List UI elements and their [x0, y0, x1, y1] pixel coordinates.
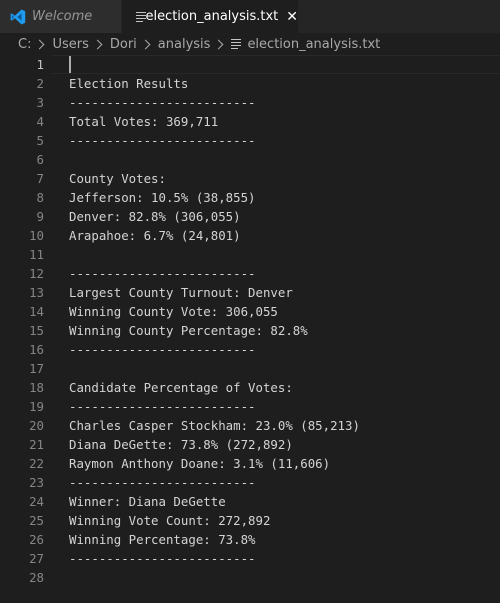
code-line[interactable]: Arapahoe: 6.7% (24,801): [69, 226, 360, 245]
line-number: 10: [29, 228, 44, 243]
code-line[interactable]: -------------------------: [69, 397, 360, 416]
code-line[interactable]: Election Results: [69, 74, 360, 93]
text-cursor: [69, 56, 71, 73]
line-number: 22: [29, 456, 44, 471]
chevron-right-icon: [213, 39, 224, 49]
line-number: 2: [36, 76, 44, 91]
code-line[interactable]: Denver: 82.8% (306,055): [69, 207, 360, 226]
line-number: 6: [36, 152, 44, 167]
code-line[interactable]: County Votes:: [69, 169, 360, 188]
code-line[interactable]: Largest County Turnout: Denver: [69, 283, 360, 302]
text-file-icon: [231, 39, 242, 50]
line-number: 27: [29, 551, 44, 566]
code-line[interactable]: -------------------------: [69, 473, 360, 492]
code-line[interactable]: Candidate Percentage of Votes:: [69, 378, 360, 397]
code-line[interactable]: Jefferson: 10.5% (38,855): [69, 188, 360, 207]
line-number: 26: [29, 532, 44, 547]
line-number: 25: [29, 513, 44, 528]
breadcrumb-file[interactable]: election_analysis.txt: [247, 37, 380, 52]
vscode-logo-icon: [10, 9, 26, 24]
code-line[interactable]: -------------------------: [69, 549, 360, 568]
chevron-right-icon: [140, 39, 151, 49]
tab-welcome[interactable]: Welcome: [0, 0, 121, 33]
breadcrumb: C: Users Dori analysis election_analysis…: [0, 33, 500, 55]
breadcrumb-drive[interactable]: C:: [18, 37, 31, 52]
text-file-icon: [136, 11, 146, 22]
code-line[interactable]: -------------------------: [69, 340, 360, 359]
line-number: 3: [36, 95, 44, 110]
line-number: 7: [36, 171, 44, 186]
line-number: 20: [29, 418, 44, 433]
line-number: 4: [36, 114, 44, 129]
code-line[interactable]: Total Votes: 369,711: [69, 112, 360, 131]
code-line[interactable]: Winning Vote Count: 272,892: [69, 511, 360, 530]
code-line[interactable]: [69, 245, 360, 264]
breadcrumb-analysis[interactable]: analysis: [158, 37, 211, 52]
line-number: 9: [36, 209, 44, 224]
editor-content[interactable]: Election Results ------------------------…: [69, 55, 360, 587]
chevron-right-icon: [35, 39, 45, 49]
line-number: 23: [29, 475, 44, 490]
line-number: 15: [29, 323, 44, 338]
line-number: 1: [36, 57, 44, 72]
code-line[interactable]: Raymon Anthony Doane: 3.1% (11,606): [69, 454, 360, 473]
line-number: 21: [29, 437, 44, 452]
code-line[interactable]: Diana DeGette: 73.8% (272,892): [69, 435, 360, 454]
breadcrumb-dori[interactable]: Dori: [110, 37, 137, 52]
line-number-gutter: 1 2 3 4 5 6 7 8 9 10 11 12 13 14 15 16 17 18 19 20 21 22 23 24 2…: [0, 55, 44, 587]
code-line[interactable]: Winning County Percentage: 82.8%: [69, 321, 360, 340]
code-line[interactable]: [69, 55, 360, 74]
line-number: 11: [29, 247, 44, 262]
breadcrumb-users[interactable]: Users: [52, 37, 88, 52]
line-number: 8: [36, 190, 44, 205]
chevron-right-icon: [92, 39, 103, 49]
code-line[interactable]: -------------------------: [69, 131, 360, 150]
line-number: 5: [36, 133, 44, 148]
code-line[interactable]: -------------------------: [69, 93, 360, 112]
code-line[interactable]: Charles Casper Stockham: 23.0% (85,213): [69, 416, 360, 435]
code-line[interactable]: Winning Percentage: 73.8%: [69, 530, 360, 549]
code-line[interactable]: [69, 359, 360, 378]
line-number: 13: [29, 285, 44, 300]
line-number: 12: [29, 266, 44, 281]
tab-welcome-label: Welcome: [32, 9, 93, 24]
line-number: 17: [29, 361, 44, 376]
line-number: 19: [29, 399, 44, 414]
tab-bar: Welcome election_analysis.txt ✕: [0, 0, 500, 33]
code-line[interactable]: [69, 568, 360, 587]
code-line[interactable]: Winning County Vote: 306,055: [69, 302, 360, 321]
close-icon[interactable]: ✕: [286, 10, 298, 24]
line-number: 14: [29, 304, 44, 319]
code-line[interactable]: [69, 150, 360, 169]
text-editor[interactable]: 1 2 3 4 5 6 7 8 9 10 11 12 13 14 15 16 17 18 19 20 21 22 23 24 2…: [0, 55, 500, 603]
line-number: 16: [29, 342, 44, 357]
line-number: 24: [29, 494, 44, 509]
code-line[interactable]: Winner: Diana DeGette: [69, 492, 360, 511]
tab-election-analysis[interactable]: election_analysis.txt ✕: [122, 0, 298, 33]
tab-election-analysis-label: election_analysis.txt: [145, 9, 279, 24]
line-number: 18: [29, 380, 44, 395]
code-line[interactable]: -------------------------: [69, 264, 360, 283]
line-number: 28: [29, 570, 44, 585]
